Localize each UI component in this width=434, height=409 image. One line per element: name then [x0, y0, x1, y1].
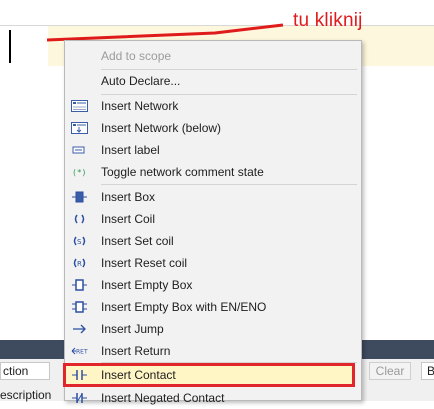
menu-item-insert-set-coil[interactable]: S Insert Set coil [65, 230, 361, 252]
menu-item-label: Toggle network comment state [101, 165, 264, 179]
comment-toggle-icon: (*) [72, 168, 86, 177]
annotation-label: tu kliknij [293, 10, 363, 31]
menu-item-insert-box[interactable]: Insert Box [65, 186, 361, 208]
coil-icon [74, 214, 85, 224]
box-icon [72, 191, 87, 203]
svg-text:R: R [77, 260, 82, 268]
context-menu: Add to scope Auto Declare... Insert Netw… [64, 40, 362, 405]
menu-item-insert-coil[interactable]: Insert Coil [65, 208, 361, 230]
menu-item-label: Insert Jump [101, 322, 164, 336]
menu-item-auto-declare[interactable]: Auto Declare... [65, 70, 361, 92]
menu-item-label: Insert Reset coil [101, 256, 188, 270]
menu-item-insert-empty-box[interactable]: Insert Empty Box [65, 274, 361, 296]
menu-item-label: Insert Return [101, 344, 171, 358]
set-coil-icon: S [73, 236, 86, 246]
bottom-panel-b-field[interactable]: B [421, 362, 434, 380]
menu-item-label: Insert Empty Box [101, 278, 193, 292]
label-icon [72, 146, 85, 154]
menu-item-insert-negated-contact[interactable]: Insert Negated Contact [65, 387, 361, 409]
editor-caret [9, 30, 11, 63]
contact-icon [72, 370, 87, 380]
network-below-icon [71, 122, 88, 134]
reset-coil-icon: R [73, 258, 86, 268]
bottom-panel-description: escription [0, 388, 52, 402]
menu-separator [101, 184, 357, 185]
negated-contact-icon [72, 393, 87, 403]
menu-item-label: Insert Box [101, 190, 156, 204]
menu-item-insert-reset-coil[interactable]: R Insert Reset coil [65, 252, 361, 274]
menu-item-insert-return[interactable]: RET Insert Return [65, 340, 361, 362]
svg-text:S: S [77, 238, 82, 246]
empty-box-icon [72, 279, 87, 291]
empty-box-en-icon [72, 301, 87, 313]
menu-item-insert-network[interactable]: Insert Network [65, 95, 361, 117]
menu-item-label: Insert Coil [101, 212, 156, 226]
menu-item-insert-empty-box-en[interactable]: Insert Empty Box with EN/ENO [65, 296, 361, 318]
menu-item-insert-contact[interactable]: Insert Contact [65, 364, 353, 386]
network-icon [71, 100, 88, 112]
menu-item-label: Insert Negated Contact [101, 391, 225, 405]
menu-item-label: Insert label [101, 143, 160, 157]
menu-item-label: Insert Network (below) [101, 121, 222, 135]
bottom-panel-field[interactable]: ction [0, 362, 50, 380]
jump-icon [73, 324, 86, 334]
menu-item-insert-jump[interactable]: Insert Jump [65, 318, 361, 340]
return-icon: RET [71, 347, 88, 356]
svg-text:RET: RET [76, 349, 88, 356]
menu-item-label: Insert Contact [101, 368, 176, 382]
menu-item-label: Add to scope [101, 49, 172, 63]
clear-button[interactable]: Clear [369, 362, 411, 380]
menu-item-label: Insert Set coil [101, 234, 174, 248]
menu-item-add-to-scope: Add to scope [65, 45, 361, 67]
editor-gutter [0, 26, 48, 66]
menu-item-label: Insert Empty Box with EN/ENO [101, 300, 267, 314]
menu-item-toggle-comment[interactable]: (*) Toggle network comment state [65, 161, 361, 183]
menu-item-insert-label[interactable]: Insert label [65, 139, 361, 161]
menu-item-label: Auto Declare... [101, 74, 181, 88]
menu-item-insert-network-below[interactable]: Insert Network (below) [65, 117, 361, 139]
svg-text:(*): (*) [72, 168, 86, 177]
menu-item-label: Insert Network [101, 99, 179, 113]
